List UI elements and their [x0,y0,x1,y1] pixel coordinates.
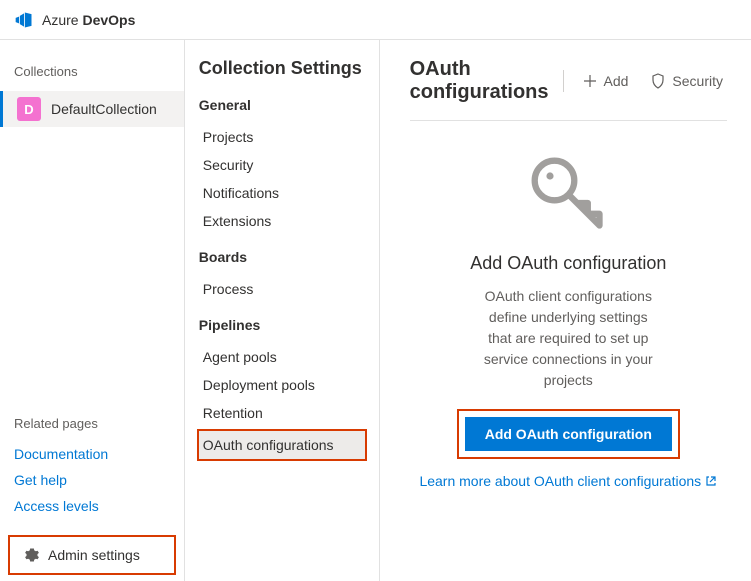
collection-name: DefaultCollection [51,101,157,117]
plus-icon [582,73,598,89]
brand-logo[interactable]: Azure DevOps [14,10,135,30]
page-title: OAuth configurations [410,58,549,104]
link-access-levels[interactable]: Access levels [0,493,184,519]
nav-process[interactable]: Process [199,275,365,303]
brand-prefix: Azure [42,12,79,28]
header-divider [563,70,564,92]
empty-heading: Add OAuth configuration [470,253,666,274]
nav-extensions[interactable]: Extensions [199,207,365,235]
nav-deployment-pools[interactable]: Deployment pools [199,371,365,399]
admin-settings-label: Admin settings [48,547,140,563]
admin-settings-button[interactable]: Admin settings [8,535,176,575]
group-pipelines-heading: Pipelines [199,317,365,333]
nav-projects[interactable]: Projects [199,123,365,151]
settings-title: Collection Settings [199,58,365,79]
brand-suffix: DevOps [82,12,135,28]
collections-sidebar: Collections D DefaultCollection Related … [0,40,185,581]
collection-item-default[interactable]: D DefaultCollection [0,91,184,127]
empty-state: Add OAuth configuration OAuth client con… [419,149,717,489]
brand-label: Azure DevOps [42,12,135,28]
nav-notifications[interactable]: Notifications [199,179,365,207]
primary-button-highlight: Add OAuth configuration [457,409,680,459]
add-oauth-configuration-button[interactable]: Add OAuth configuration [465,417,672,451]
group-boards-heading: Boards [199,249,365,265]
nav-retention[interactable]: Retention [199,399,365,427]
learn-more-label: Learn more about OAuth client configurat… [419,473,701,489]
topbar: Azure DevOps [0,0,751,40]
azure-devops-icon [14,10,34,30]
add-label: Add [604,73,629,89]
link-get-help[interactable]: Get help [0,467,184,493]
group-general-heading: General [199,97,365,113]
shield-icon [650,73,666,89]
nav-oauth-configurations[interactable]: OAuth configurations [197,429,367,461]
related-pages-heading: Related pages [0,408,184,441]
add-button[interactable]: Add [578,69,633,93]
security-label: Security [672,73,723,89]
nav-security[interactable]: Security [199,151,365,179]
key-icon [523,149,613,239]
empty-body: OAuth client configurations define under… [478,286,658,391]
security-button[interactable]: Security [646,69,727,93]
nav-agent-pools[interactable]: Agent pools [199,343,365,371]
link-documentation[interactable]: Documentation [0,441,184,467]
settings-nav: Collection Settings General Projects Sec… [185,40,380,581]
collection-badge: D [17,97,41,121]
learn-more-link[interactable]: Learn more about OAuth client configurat… [419,473,717,489]
gear-icon [24,547,40,563]
external-link-icon [705,475,717,487]
collections-heading: Collections [0,40,184,91]
page-header: OAuth configurations Add Security [410,58,727,121]
main-content: OAuth configurations Add Security [380,40,751,581]
